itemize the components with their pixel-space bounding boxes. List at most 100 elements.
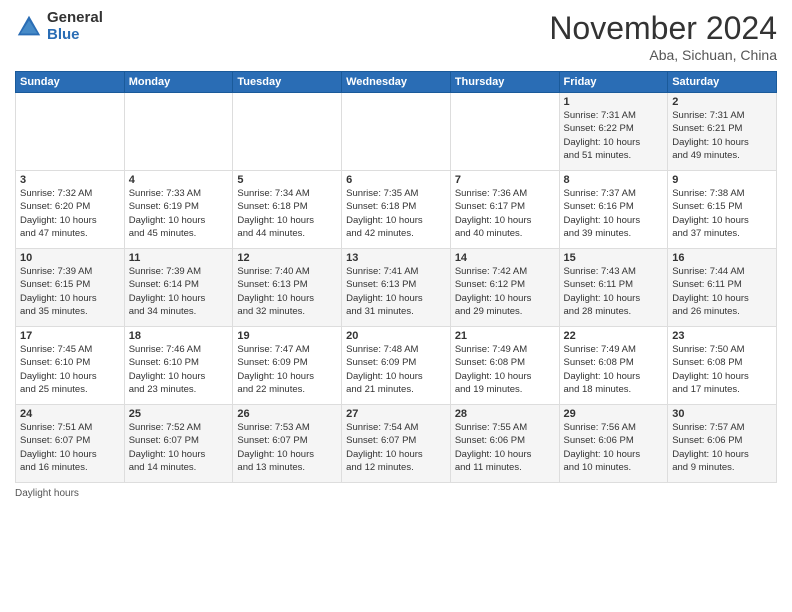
table-row: 19Sunrise: 7:47 AM Sunset: 6:09 PM Dayli… xyxy=(233,327,342,405)
day-detail: Sunrise: 7:55 AM Sunset: 6:06 PM Dayligh… xyxy=(455,421,555,474)
table-row: 30Sunrise: 7:57 AM Sunset: 6:06 PM Dayli… xyxy=(668,405,777,483)
table-row: 24Sunrise: 7:51 AM Sunset: 6:07 PM Dayli… xyxy=(16,405,125,483)
table-row: 4Sunrise: 7:33 AM Sunset: 6:19 PM Daylig… xyxy=(124,171,233,249)
table-row: 15Sunrise: 7:43 AM Sunset: 6:11 PM Dayli… xyxy=(559,249,668,327)
table-row xyxy=(342,93,451,171)
day-number: 27 xyxy=(346,408,446,420)
table-row: 20Sunrise: 7:48 AM Sunset: 6:09 PM Dayli… xyxy=(342,327,451,405)
day-detail: Sunrise: 7:42 AM Sunset: 6:12 PM Dayligh… xyxy=(455,265,555,318)
col-thursday: Thursday xyxy=(450,72,559,93)
calendar-table: Sunday Monday Tuesday Wednesday Thursday… xyxy=(15,71,777,483)
table-row: 26Sunrise: 7:53 AM Sunset: 6:07 PM Dayli… xyxy=(233,405,342,483)
table-row: 23Sunrise: 7:50 AM Sunset: 6:08 PM Dayli… xyxy=(668,327,777,405)
day-detail: Sunrise: 7:49 AM Sunset: 6:08 PM Dayligh… xyxy=(455,343,555,396)
day-detail: Sunrise: 7:56 AM Sunset: 6:06 PM Dayligh… xyxy=(564,421,664,474)
day-number: 14 xyxy=(455,252,555,264)
day-detail: Sunrise: 7:33 AM Sunset: 6:19 PM Dayligh… xyxy=(129,187,229,240)
day-detail: Sunrise: 7:34 AM Sunset: 6:18 PM Dayligh… xyxy=(237,187,337,240)
day-number: 16 xyxy=(672,252,772,264)
table-row: 10Sunrise: 7:39 AM Sunset: 6:15 PM Dayli… xyxy=(16,249,125,327)
month-title: November 2024 xyxy=(549,10,777,47)
day-number: 26 xyxy=(237,408,337,420)
day-detail: Sunrise: 7:51 AM Sunset: 6:07 PM Dayligh… xyxy=(20,421,120,474)
day-detail: Sunrise: 7:54 AM Sunset: 6:07 PM Dayligh… xyxy=(346,421,446,474)
table-row: 6Sunrise: 7:35 AM Sunset: 6:18 PM Daylig… xyxy=(342,171,451,249)
title-block: November 2024 Aba, Sichuan, China xyxy=(549,10,777,63)
day-number: 1 xyxy=(564,96,664,108)
table-row: 14Sunrise: 7:42 AM Sunset: 6:12 PM Dayli… xyxy=(450,249,559,327)
day-number: 2 xyxy=(672,96,772,108)
day-number: 3 xyxy=(20,174,120,186)
col-wednesday: Wednesday xyxy=(342,72,451,93)
day-detail: Sunrise: 7:39 AM Sunset: 6:15 PM Dayligh… xyxy=(20,265,120,318)
day-detail: Sunrise: 7:32 AM Sunset: 6:20 PM Dayligh… xyxy=(20,187,120,240)
day-number: 10 xyxy=(20,252,120,264)
day-number: 21 xyxy=(455,330,555,342)
table-row: 3Sunrise: 7:32 AM Sunset: 6:20 PM Daylig… xyxy=(16,171,125,249)
day-detail: Sunrise: 7:43 AM Sunset: 6:11 PM Dayligh… xyxy=(564,265,664,318)
logo-icon xyxy=(15,13,43,41)
day-number: 23 xyxy=(672,330,772,342)
table-row: 2Sunrise: 7:31 AM Sunset: 6:21 PM Daylig… xyxy=(668,93,777,171)
day-detail: Sunrise: 7:44 AM Sunset: 6:11 PM Dayligh… xyxy=(672,265,772,318)
footer-text: Daylight hours xyxy=(15,488,79,499)
day-detail: Sunrise: 7:36 AM Sunset: 6:17 PM Dayligh… xyxy=(455,187,555,240)
table-row: 13Sunrise: 7:41 AM Sunset: 6:13 PM Dayli… xyxy=(342,249,451,327)
table-row xyxy=(450,93,559,171)
day-number: 28 xyxy=(455,408,555,420)
day-detail: Sunrise: 7:48 AM Sunset: 6:09 PM Dayligh… xyxy=(346,343,446,396)
table-row: 7Sunrise: 7:36 AM Sunset: 6:17 PM Daylig… xyxy=(450,171,559,249)
table-row: 8Sunrise: 7:37 AM Sunset: 6:16 PM Daylig… xyxy=(559,171,668,249)
day-number: 5 xyxy=(237,174,337,186)
logo-blue: Blue xyxy=(47,27,103,44)
col-friday: Friday xyxy=(559,72,668,93)
day-detail: Sunrise: 7:46 AM Sunset: 6:10 PM Dayligh… xyxy=(129,343,229,396)
table-row: 18Sunrise: 7:46 AM Sunset: 6:10 PM Dayli… xyxy=(124,327,233,405)
day-detail: Sunrise: 7:47 AM Sunset: 6:09 PM Dayligh… xyxy=(237,343,337,396)
day-number: 30 xyxy=(672,408,772,420)
day-detail: Sunrise: 7:35 AM Sunset: 6:18 PM Dayligh… xyxy=(346,187,446,240)
day-number: 11 xyxy=(129,252,229,264)
col-sunday: Sunday xyxy=(16,72,125,93)
day-detail: Sunrise: 7:53 AM Sunset: 6:07 PM Dayligh… xyxy=(237,421,337,474)
table-row: 21Sunrise: 7:49 AM Sunset: 6:08 PM Dayli… xyxy=(450,327,559,405)
day-number: 4 xyxy=(129,174,229,186)
day-detail: Sunrise: 7:40 AM Sunset: 6:13 PM Dayligh… xyxy=(237,265,337,318)
day-detail: Sunrise: 7:37 AM Sunset: 6:16 PM Dayligh… xyxy=(564,187,664,240)
day-number: 8 xyxy=(564,174,664,186)
day-detail: Sunrise: 7:31 AM Sunset: 6:21 PM Dayligh… xyxy=(672,109,772,162)
day-number: 19 xyxy=(237,330,337,342)
day-number: 9 xyxy=(672,174,772,186)
day-detail: Sunrise: 7:45 AM Sunset: 6:10 PM Dayligh… xyxy=(20,343,120,396)
table-row: 16Sunrise: 7:44 AM Sunset: 6:11 PM Dayli… xyxy=(668,249,777,327)
day-number: 12 xyxy=(237,252,337,264)
day-detail: Sunrise: 7:50 AM Sunset: 6:08 PM Dayligh… xyxy=(672,343,772,396)
calendar-week-row: 3Sunrise: 7:32 AM Sunset: 6:20 PM Daylig… xyxy=(16,171,777,249)
table-row: 28Sunrise: 7:55 AM Sunset: 6:06 PM Dayli… xyxy=(450,405,559,483)
day-number: 20 xyxy=(346,330,446,342)
calendar-header-row: Sunday Monday Tuesday Wednesday Thursday… xyxy=(16,72,777,93)
calendar-week-row: 10Sunrise: 7:39 AM Sunset: 6:15 PM Dayli… xyxy=(16,249,777,327)
footer: Daylight hours xyxy=(15,488,777,499)
day-number: 15 xyxy=(564,252,664,264)
page-header: General Blue November 2024 Aba, Sichuan,… xyxy=(15,10,777,63)
logo-general: General xyxy=(47,10,103,27)
day-number: 24 xyxy=(20,408,120,420)
day-number: 25 xyxy=(129,408,229,420)
day-number: 29 xyxy=(564,408,664,420)
day-detail: Sunrise: 7:57 AM Sunset: 6:06 PM Dayligh… xyxy=(672,421,772,474)
table-row: 1Sunrise: 7:31 AM Sunset: 6:22 PM Daylig… xyxy=(559,93,668,171)
day-number: 13 xyxy=(346,252,446,264)
calendar-week-row: 1Sunrise: 7:31 AM Sunset: 6:22 PM Daylig… xyxy=(16,93,777,171)
day-detail: Sunrise: 7:31 AM Sunset: 6:22 PM Dayligh… xyxy=(564,109,664,162)
table-row: 17Sunrise: 7:45 AM Sunset: 6:10 PM Dayli… xyxy=(16,327,125,405)
day-detail: Sunrise: 7:38 AM Sunset: 6:15 PM Dayligh… xyxy=(672,187,772,240)
logo-text: General Blue xyxy=(47,10,103,43)
day-number: 17 xyxy=(20,330,120,342)
calendar-week-row: 17Sunrise: 7:45 AM Sunset: 6:10 PM Dayli… xyxy=(16,327,777,405)
day-number: 7 xyxy=(455,174,555,186)
table-row: 12Sunrise: 7:40 AM Sunset: 6:13 PM Dayli… xyxy=(233,249,342,327)
table-row: 9Sunrise: 7:38 AM Sunset: 6:15 PM Daylig… xyxy=(668,171,777,249)
page-container: General Blue November 2024 Aba, Sichuan,… xyxy=(0,0,792,507)
col-saturday: Saturday xyxy=(668,72,777,93)
